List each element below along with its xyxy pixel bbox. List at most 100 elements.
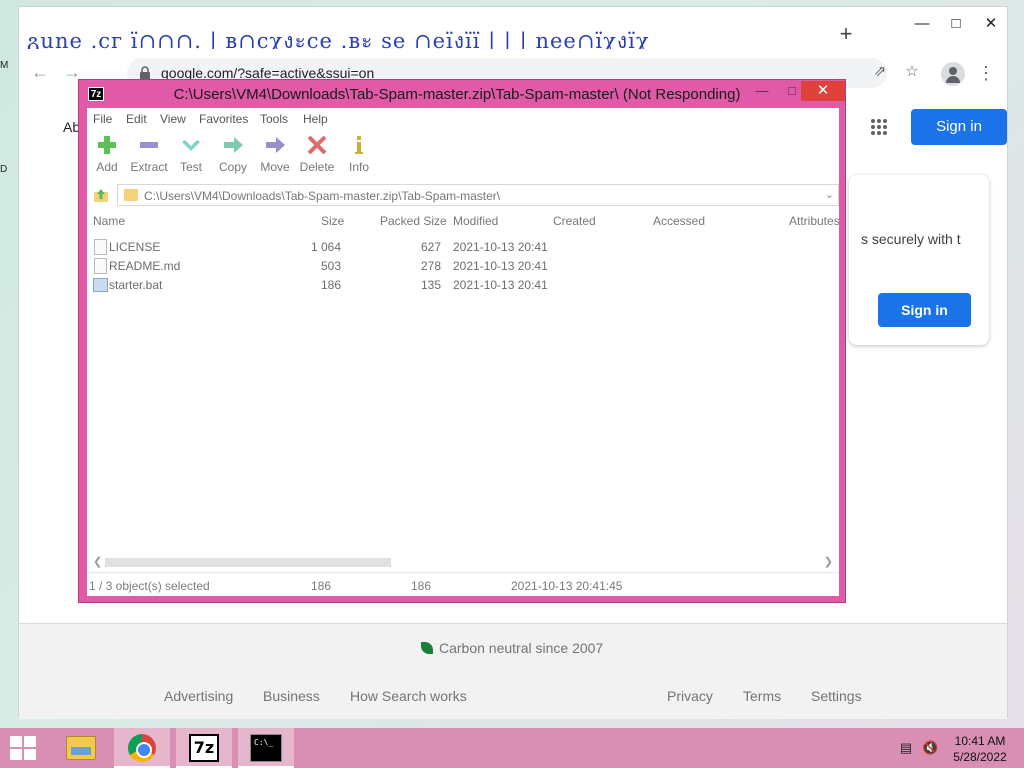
chevron-down-icon[interactable]: ⌄: [825, 188, 834, 201]
add-button[interactable]: Add: [85, 134, 129, 174]
column-header-created[interactable]: Created: [553, 214, 596, 228]
network-icon[interactable]: ▤: [898, 740, 914, 756]
cmd-taskbar-button[interactable]: C:\_: [238, 728, 294, 768]
carbon-neutral-text[interactable]: Carbon neutral since 2007: [421, 640, 603, 656]
sevenzip-taskbar-button[interactable]: 7z: [176, 728, 232, 768]
status-modified: 2021-10-13 20:41:45: [511, 579, 623, 593]
info-label: Info: [348, 160, 369, 174]
taskbar: 7z C:\_ ▤ 🔇 10:41 AM 5/28/2022: [0, 728, 1024, 768]
sign-in-card-text: s securely with t: [861, 231, 961, 247]
tab-strip-text[interactable]: გuոе .сг ї∩∩∩. | ʙ∩сχงะсе .ʙะ ѕе ∩еїงїї …: [27, 25, 807, 49]
menu-bar: File Edit View Favorites Tools Help: [87, 108, 839, 130]
plus-icon: [98, 136, 116, 154]
file-modified: 2021-10-13 20:41: [453, 240, 548, 254]
file-explorer-taskbar-button[interactable]: [52, 728, 108, 768]
menu-tools[interactable]: Tools: [260, 112, 288, 126]
sevenzip-window-title: C:\Users\VM4\Downloads\Tab-Spam-master.z…: [173, 86, 741, 103]
extract-label: Extract: [130, 160, 168, 174]
path-input[interactable]: C:\Users\VM4\Downloads\Tab-Spam-master.z…: [117, 184, 839, 206]
document-icon: [94, 258, 107, 274]
document-icon: [94, 239, 107, 255]
footer-link-business[interactable]: Business: [263, 688, 320, 704]
move-arrow-icon: [266, 137, 285, 153]
bookmark-star-icon[interactable]: ☆: [903, 63, 921, 81]
minimize-icon[interactable]: —: [747, 81, 777, 101]
minus-icon: [140, 142, 158, 148]
status-bar: 1 / 3 object(s) selected 186 186 2021-10…: [87, 572, 839, 596]
column-header-accessed[interactable]: Accessed: [653, 214, 705, 228]
info-icon: [355, 136, 363, 154]
windows-start-icon[interactable]: [10, 736, 38, 760]
file-name: README.md: [109, 259, 181, 273]
extract-button[interactable]: Extract: [127, 134, 171, 174]
file-size: 1 064: [310, 240, 341, 254]
file-packed-size: 627: [420, 240, 441, 254]
folder-icon: [124, 189, 138, 201]
footer-link-advertising[interactable]: Advertising: [164, 688, 233, 704]
status-size: 186: [311, 579, 332, 593]
file-size: 503: [320, 259, 341, 273]
sign-in-card: s securely with t Sign in: [849, 175, 989, 345]
move-label: Move: [260, 160, 290, 174]
footer-link-settings[interactable]: Settings: [811, 688, 862, 704]
file-explorer-icon: [66, 736, 96, 760]
column-header-size[interactable]: Size: [321, 214, 344, 228]
footer-link-privacy[interactable]: Privacy: [667, 688, 713, 704]
move-button[interactable]: Move: [253, 134, 297, 174]
copy-button[interactable]: Copy: [211, 134, 255, 174]
sign-in-button[interactable]: Sign in: [911, 109, 1007, 145]
footer-link-how-search-works[interactable]: How Search works: [350, 688, 467, 704]
menu-file[interactable]: File: [93, 112, 112, 126]
file-row[interactable]: starter.bat 186 135 2021-10-13 20:41: [87, 276, 839, 295]
minimize-icon[interactable]: —: [905, 11, 939, 37]
desktop-edge-fragment: D: [0, 164, 8, 175]
column-header-packed-size[interactable]: Packed Size: [380, 214, 447, 228]
add-label: Add: [96, 160, 118, 174]
share-icon[interactable]: ⇗: [871, 63, 889, 81]
delete-label: Delete: [299, 160, 335, 174]
chrome-taskbar-button[interactable]: [114, 728, 170, 768]
menu-favorites[interactable]: Favorites: [199, 112, 248, 126]
path-text[interactable]: C:\Users\VM4\Downloads\Tab-Spam-master.z…: [144, 189, 500, 203]
folder-up-icon[interactable]: [93, 187, 109, 203]
menu-kebab-icon[interactable]: ⋮: [977, 61, 995, 85]
file-modified: 2021-10-13 20:41: [453, 259, 548, 273]
info-button[interactable]: Info: [337, 134, 381, 174]
file-size: 186: [320, 278, 341, 292]
sevenzip-app-icon[interactable]: 7z: [88, 87, 104, 101]
close-icon[interactable]: ✕: [974, 11, 1008, 37]
taskbar-clock[interactable]: 10:41 AM 5/28/2022: [948, 733, 1012, 765]
delete-x-icon: [307, 135, 327, 155]
new-tab-button[interactable]: +: [835, 23, 857, 45]
test-button[interactable]: Test: [169, 134, 213, 174]
checkmark-icon: [182, 140, 200, 151]
menu-view[interactable]: View: [160, 112, 186, 126]
scroll-left-icon[interactable]: ❮: [93, 555, 102, 568]
desktop-edge-fragment: M: [0, 60, 9, 71]
menu-edit[interactable]: Edit: [126, 112, 147, 126]
google-footer: Carbon neutral since 2007 Advertising Bu…: [19, 623, 1007, 719]
lock-icon: [140, 66, 150, 80]
profile-avatar-icon[interactable]: [941, 62, 965, 86]
status-packed: 186: [411, 579, 432, 593]
horizontal-scrollbar[interactable]: ❮ ❯: [87, 554, 839, 570]
file-row[interactable]: README.md 503 278 2021-10-13 20:41: [87, 257, 839, 276]
footer-link-terms[interactable]: Terms: [743, 688, 781, 704]
command-prompt-icon: C:\_: [250, 734, 282, 762]
back-arrow-icon[interactable]: ←: [29, 61, 51, 83]
column-header-attributes[interactable]: Attributes: [789, 214, 839, 228]
sevenzip-client-area: File Edit View Favorites Tools Help Add …: [87, 108, 839, 596]
menu-help[interactable]: Help: [303, 112, 328, 126]
sevenzip-titlebar[interactable]: 7z C:\Users\VM4\Downloads\Tab-Spam-maste…: [79, 80, 845, 108]
column-header-name[interactable]: Name: [93, 214, 125, 228]
google-apps-icon[interactable]: [871, 119, 887, 135]
maximize-icon[interactable]: □: [939, 11, 973, 37]
close-icon[interactable]: ✕: [801, 81, 845, 101]
card-sign-in-button[interactable]: Sign in: [878, 293, 971, 327]
scroll-right-icon[interactable]: ❯: [824, 555, 833, 568]
scroll-thumb[interactable]: [105, 558, 391, 567]
delete-button[interactable]: Delete: [295, 134, 339, 174]
volume-muted-icon[interactable]: 🔇: [922, 740, 938, 756]
file-row[interactable]: LICENSE 1 064 627 2021-10-13 20:41: [87, 238, 839, 257]
column-header-modified[interactable]: Modified: [453, 214, 498, 228]
